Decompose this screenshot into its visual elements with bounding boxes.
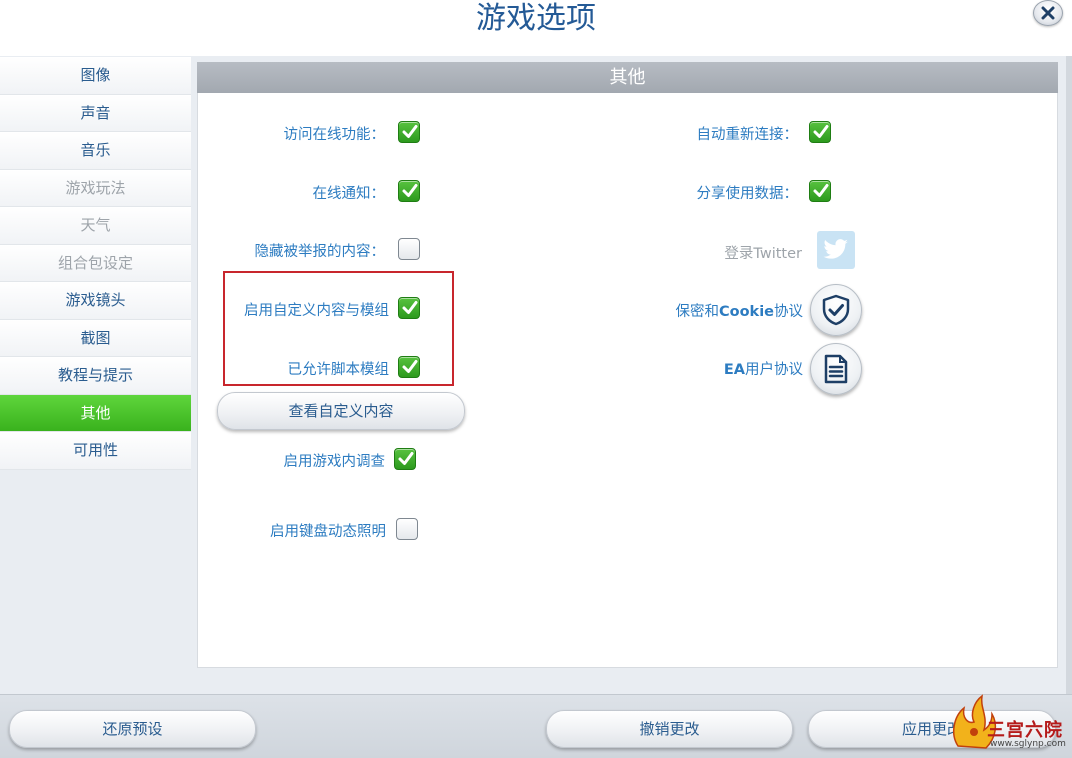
keyboard-lighting-checkbox[interactable] [396,518,418,540]
shield-check-icon [822,294,850,326]
online-notifications-label: 在线通知： [312,186,386,202]
keyboard-lighting-label: 启用键盘动态照明 [270,524,386,540]
twitter-login-button[interactable] [817,231,855,269]
close-button[interactable] [1033,0,1063,26]
sidebar-item-other[interactable]: 其他 [0,394,191,432]
close-icon [1041,6,1055,20]
ea-user-agreement-button[interactable] [810,343,862,395]
hide-reported-content-checkbox[interactable] [398,238,420,260]
ea-user-agreement-label: EA用户协议 [724,358,803,379]
checkmark-icon [813,184,829,197]
privacy-cookie-label: 保密和Cookie协议 [675,300,803,321]
checkmark-icon [813,125,829,138]
online-notifications-checkbox[interactable] [398,180,420,202]
sidebar-item-tutorials-tips[interactable]: 教程与提示 [0,357,191,395]
auto-reconnect-label: 自动重新连接： [696,127,799,143]
twitter-login-label: 登录Twitter [724,246,802,262]
ea-agreement-suffix: 用户协议 [745,362,803,378]
document-icon [824,354,848,384]
sidebar-item-sound[interactable]: 声音 [0,94,191,132]
twitter-bird-icon [823,239,848,259]
checkmark-icon [398,452,414,465]
sidebar: 图像 声音 音乐 游戏玩法 天气 组合包设定 游戏镜头 截图 教程与提示 其他 … [0,57,191,470]
auto-reconnect-checkbox[interactable] [809,121,831,143]
privacy-cookie-button[interactable] [810,284,862,336]
sidebar-item-weather: 天气 [0,207,191,245]
share-usage-data-label: 分享使用数据： [696,186,799,202]
scrollbar[interactable] [1066,56,1072,694]
sidebar-item-music[interactable]: 音乐 [0,132,191,170]
privacy-prefix: 保密和 [675,304,719,320]
window-title: 游戏选项 [476,1,596,36]
ea-bold: EA [723,362,745,378]
privacy-cookie-bold: Cookie [718,304,774,320]
watermark-url: www.sglynp.com [990,739,1066,749]
checkmark-icon [402,125,418,138]
online-features-checkbox[interactable] [398,121,420,143]
online-features-label: 访问在线功能： [283,127,386,143]
in-game-surveys-checkbox[interactable] [394,448,416,470]
share-usage-data-checkbox[interactable] [809,180,831,202]
hide-reported-content-label: 隐藏被举报的内容： [254,244,386,260]
sidebar-item-pack-settings: 组合包设定 [0,244,191,282]
in-game-surveys-label: 启用游戏内调查 [283,454,386,470]
sidebar-item-screenshots[interactable]: 截图 [0,319,191,357]
view-custom-content-button[interactable]: 查看自定义内容 [217,392,465,430]
checkmark-icon [402,184,418,197]
sidebar-item-graphics[interactable]: 图像 [0,57,191,95]
sidebar-item-camera[interactable]: 游戏镜头 [0,282,191,320]
restore-defaults-button[interactable]: 还原预设 [9,710,256,748]
sidebar-item-gameplay: 游戏玩法 [0,169,191,207]
panel-header: 其他 [197,62,1058,93]
highlight-annotation [223,271,454,386]
cancel-changes-button[interactable]: 撤销更改 [546,710,793,748]
sidebar-item-accessibility[interactable]: 可用性 [0,432,191,470]
privacy-suffix: 协议 [774,304,803,320]
